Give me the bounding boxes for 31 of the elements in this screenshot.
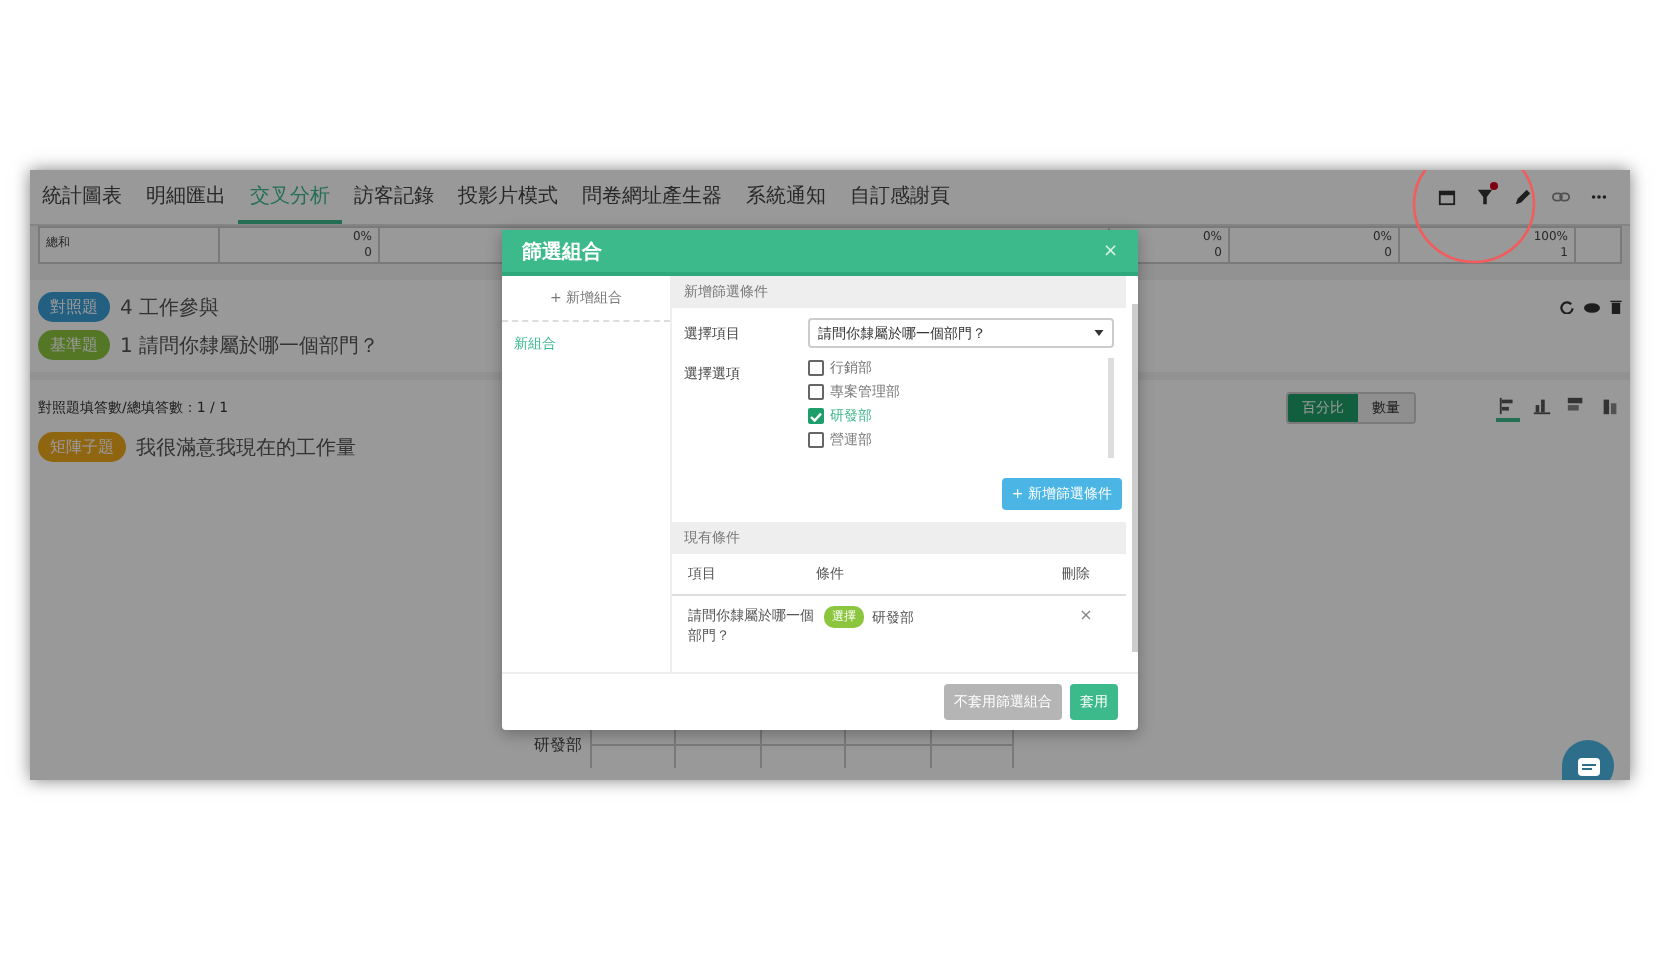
- tab[interactable]: 問卷網址產生器: [570, 170, 734, 224]
- calendar-icon: [1438, 188, 1456, 206]
- tab[interactable]: 統計圖表: [30, 170, 134, 224]
- tab[interactable]: 訪客記錄: [342, 170, 446, 224]
- dialog-title: 篩選組合: [522, 239, 602, 265]
- filter-icon: [1476, 188, 1494, 206]
- compare-tag: 對照題: [38, 292, 110, 322]
- tab[interactable]: 明細匯出: [134, 170, 238, 224]
- trash-icon: [1610, 300, 1622, 314]
- delete-button[interactable]: ×: [1079, 606, 1093, 624]
- pencil-icon: [1514, 188, 1532, 206]
- badge-dot: [1490, 182, 1498, 190]
- caret-icon: [1094, 330, 1104, 336]
- checkbox[interactable]: [808, 360, 824, 376]
- base-tag: 基準題: [38, 330, 110, 360]
- tab[interactable]: 自訂感謝頁: [838, 170, 962, 224]
- eye-icon: [1584, 301, 1600, 313]
- base-question: 1 請問你隸屬於哪一個部門？: [120, 333, 380, 359]
- checkbox[interactable]: [808, 432, 824, 448]
- refresh-icon: [1560, 300, 1574, 314]
- checkbox[interactable]: [808, 384, 824, 400]
- chat-icon: [1577, 757, 1599, 775]
- checkbox[interactable]: [808, 408, 824, 424]
- link-icon: [1552, 188, 1570, 206]
- tab[interactable]: 投影片模式: [446, 170, 570, 224]
- tab[interactable]: 系統通知: [734, 170, 838, 224]
- chart-type-icon[interactable]: [1496, 395, 1520, 421]
- row-label: 研發部: [534, 734, 582, 756]
- subquestion: 我很滿意我現在的工作量: [136, 435, 356, 461]
- subquestion-tag: 矩陣子題: [38, 432, 126, 462]
- compare-question: 4 工作參與: [120, 295, 220, 321]
